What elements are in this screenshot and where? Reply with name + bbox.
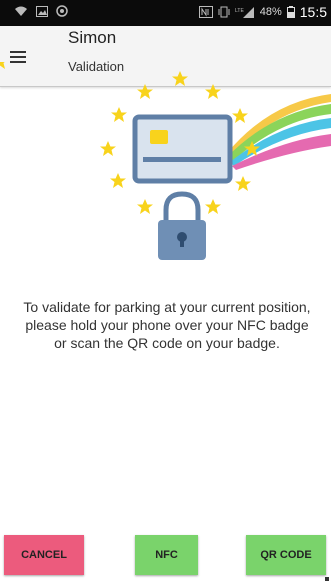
- wifi-icon: [15, 6, 27, 16]
- status-bar: LTE 48% 15:5: [0, 0, 331, 26]
- battery-percent: 48%: [259, 6, 282, 18]
- nfc-validation-illustration: [0, 62, 331, 260]
- svg-text:LTE: LTE: [235, 8, 244, 14]
- corner-mark: [325, 577, 329, 581]
- padlock-icon: [158, 191, 206, 260]
- rainbow-swoosh: [228, 94, 331, 170]
- status-time: 15:5: [299, 4, 327, 20]
- gallery-icon: [36, 5, 48, 17]
- battery-icon: [286, 6, 295, 18]
- nfc-icon: [198, 6, 213, 18]
- cancel-button[interactable]: CANCEL: [4, 535, 84, 575]
- qr-code-button[interactable]: QR CODE: [246, 535, 326, 575]
- status-left-icons: [14, 5, 68, 17]
- signal-icon: LTE: [235, 7, 254, 18]
- status-right-icons: LTE 48% 15:5: [198, 4, 327, 20]
- card-icon: [132, 114, 233, 184]
- page-title: Simon: [68, 28, 117, 47]
- camera-icon: [56, 5, 68, 17]
- validation-instructions: To validate for parking at your current …: [23, 299, 311, 351]
- nfc-button[interactable]: NFC: [135, 535, 198, 575]
- vibrate-icon: [218, 6, 230, 18]
